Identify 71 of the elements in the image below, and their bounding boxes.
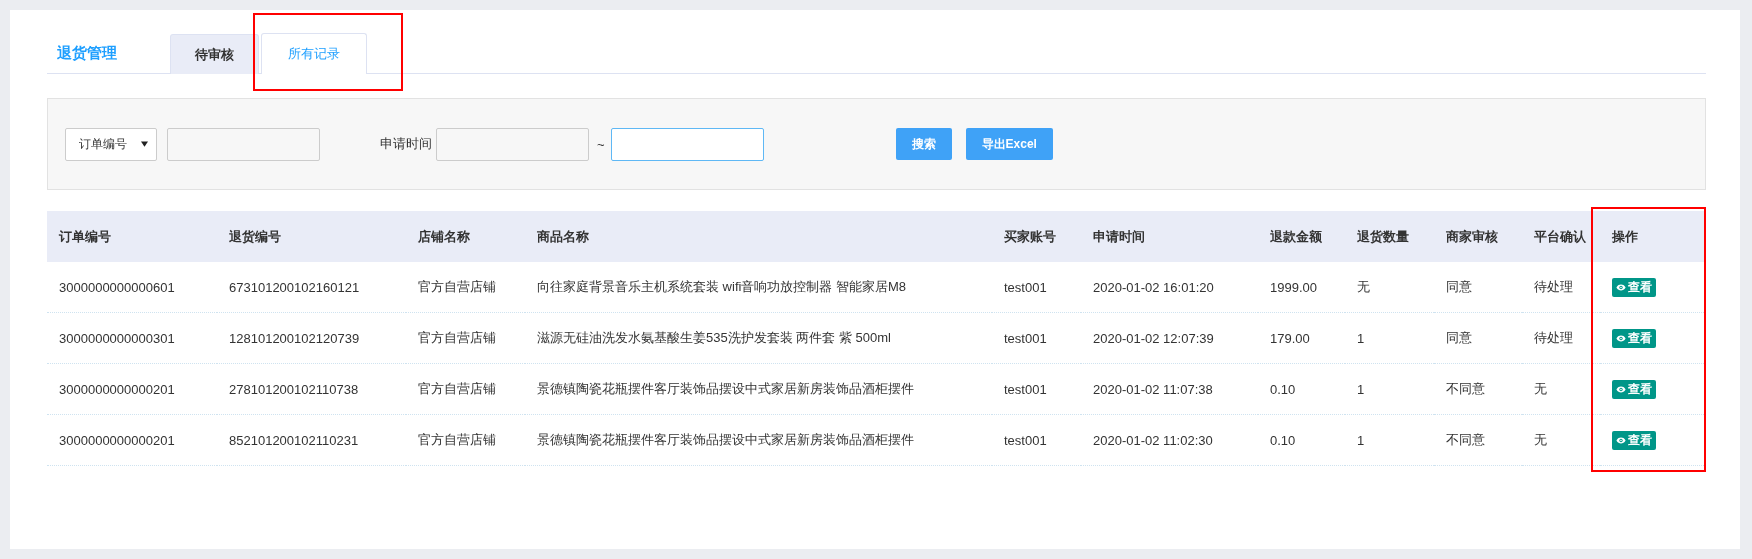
column-header: 订单编号 <box>47 211 217 262</box>
table-cell: test001 <box>992 414 1081 466</box>
column-header: 商家审核 <box>1434 211 1522 262</box>
table-cell: 3000000000000201 <box>47 363 217 415</box>
table-cell: 2020-01-02 16:01:20 <box>1081 262 1258 313</box>
column-header: 商品名称 <box>525 211 992 262</box>
start-date-field[interactable] <box>436 127 589 161</box>
table-cell: 673101200102160121 <box>217 262 406 313</box>
view-button[interactable]: 查看 <box>1612 328 1656 348</box>
column-header: 店铺名称 <box>406 211 525 262</box>
table-cell: 待处理 <box>1522 262 1600 313</box>
table-cell: 3000000000000201 <box>47 414 217 466</box>
table-cell: 0.10 <box>1258 363 1345 415</box>
table-cell: 待处理 <box>1522 312 1600 364</box>
table-cell: 无 <box>1345 262 1434 313</box>
eye-icon <box>1616 436 1626 444</box>
order-field-select[interactable]: 订单编号 <box>65 127 157 161</box>
date-label: 申请时间 <box>380 135 432 153</box>
view-button[interactable]: 查看 <box>1612 277 1656 297</box>
page-title: 退货管理 <box>56 43 118 63</box>
eye-icon <box>1616 283 1626 291</box>
table-cell: 179.00 <box>1258 312 1345 364</box>
view-button[interactable]: 查看 <box>1612 430 1656 450</box>
tab[interactable]: 所有记录 <box>261 33 367 74</box>
column-header: 平台确认 <box>1522 211 1600 262</box>
table-cell: test001 <box>992 363 1081 415</box>
search-button[interactable]: 搜索 <box>895 128 952 160</box>
table-cell: 1 <box>1345 312 1434 364</box>
table-cell: 官方自营店铺 <box>406 262 525 313</box>
table-cell: 无 <box>1522 363 1600 415</box>
table-cell: 0.10 <box>1258 414 1345 466</box>
column-header: 操作 <box>1600 211 1706 262</box>
table-cell: 3000000000000601 <box>47 262 217 313</box>
range-separator: ~ <box>597 136 605 152</box>
eye-icon <box>1616 334 1626 342</box>
table-cell: 官方自营店铺 <box>406 363 525 415</box>
caret-icon <box>141 141 148 147</box>
column-header: 退货数量 <box>1345 211 1434 262</box>
table-cell: 向往家庭背景音乐主机系统套装 wifi音响功放控制器 智能家居M8 <box>525 262 992 313</box>
view-button[interactable]: 查看 <box>1612 379 1656 399</box>
table-cell: 1999.00 <box>1258 262 1345 313</box>
end-date-field[interactable] <box>610 127 764 161</box>
table-cell: 官方自营店铺 <box>406 414 525 466</box>
table-cell: 官方自营店铺 <box>406 312 525 364</box>
table-cell: 3000000000000301 <box>47 312 217 364</box>
order-input-field[interactable] <box>167 127 320 161</box>
table-cell: 1 <box>1345 363 1434 415</box>
table-cell: 2020-01-02 11:07:38 <box>1081 363 1258 415</box>
eye-icon <box>1616 385 1626 393</box>
table-cell: 景德镇陶瓷花瓶摆件客厅装饰品摆设中式家居新房装饰品酒柜摆件 <box>525 363 992 415</box>
column-header: 退货编号 <box>217 211 406 262</box>
table-cell: 1 <box>1345 414 1434 466</box>
table-cell: 2020-01-02 11:02:30 <box>1081 414 1258 466</box>
column-header: 买家账号 <box>992 211 1081 262</box>
column-header: 退款金额 <box>1258 211 1345 262</box>
table-cell: test001 <box>992 262 1081 313</box>
table-cell: 同意 <box>1434 262 1522 313</box>
table-cell: 同意 <box>1434 312 1522 364</box>
tab[interactable]: 待审核 <box>170 34 259 74</box>
table-cell: 景德镇陶瓷花瓶摆件客厅装饰品摆设中式家居新房装饰品酒柜摆件 <box>525 414 992 466</box>
table-cell: 不同意 <box>1434 414 1522 466</box>
export-button[interactable]: 导出Excel <box>965 128 1053 160</box>
column-header: 申请时间 <box>1081 211 1258 262</box>
table-cell: 278101200102110738 <box>217 363 406 415</box>
table-cell: test001 <box>992 312 1081 364</box>
table-cell: 128101200102120739 <box>217 312 406 364</box>
table-cell: 无 <box>1522 414 1600 466</box>
table-cell: 滋源无硅油洗发水氨基酸生姜535洗护发套装 两件套 紫 500ml <box>525 312 992 364</box>
table-cell: 2020-01-02 12:07:39 <box>1081 312 1258 364</box>
table-cell: 不同意 <box>1434 363 1522 415</box>
table-cell: 852101200102110231 <box>217 414 406 466</box>
